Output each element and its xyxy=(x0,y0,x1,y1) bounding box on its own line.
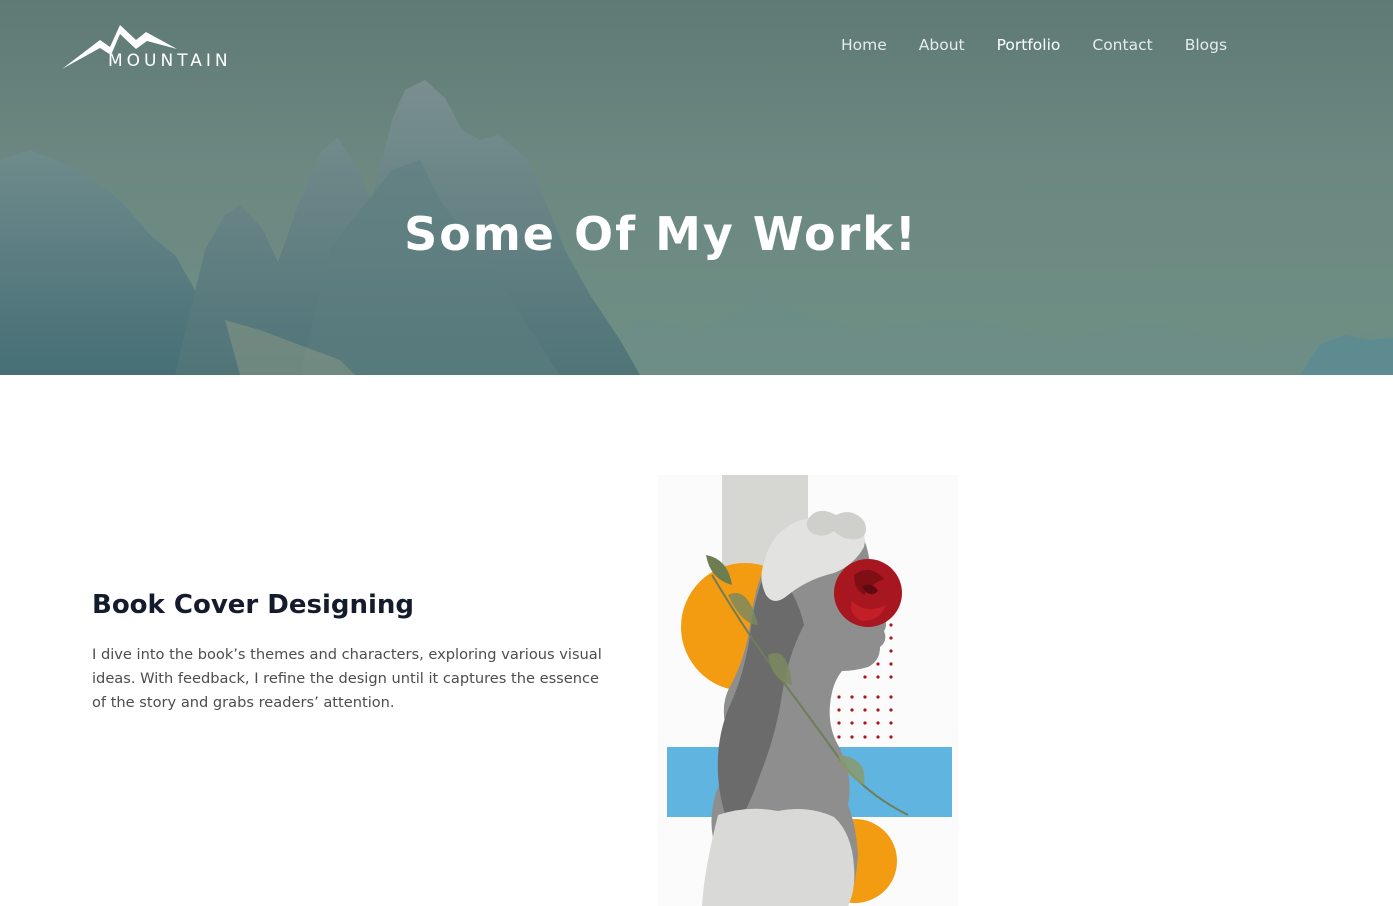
collage-illustration xyxy=(667,475,952,906)
nav-blogs[interactable]: Blogs xyxy=(1185,35,1227,55)
portfolio-item-title: Book Cover Designing xyxy=(92,590,415,620)
site-logo[interactable]: MOUNTAIN xyxy=(62,22,252,72)
portfolio-item-description: I dive into the book’s themes and charac… xyxy=(92,646,602,711)
nav-portfolio[interactable]: Portfolio xyxy=(997,35,1061,55)
main-nav: Home About Portfolio Contact Blogs xyxy=(841,35,1259,55)
book-cover-artwork[interactable] xyxy=(658,475,958,906)
nav-contact[interactable]: Contact xyxy=(1092,35,1152,55)
nav-home[interactable]: Home xyxy=(841,35,887,55)
nav-about[interactable]: About xyxy=(919,35,965,55)
page-title: Some Of My Work! xyxy=(404,207,918,261)
hero-banner: MOUNTAIN Home About Portfolio Contact Bl… xyxy=(0,0,1393,375)
logo-text: MOUNTAIN xyxy=(108,51,232,71)
